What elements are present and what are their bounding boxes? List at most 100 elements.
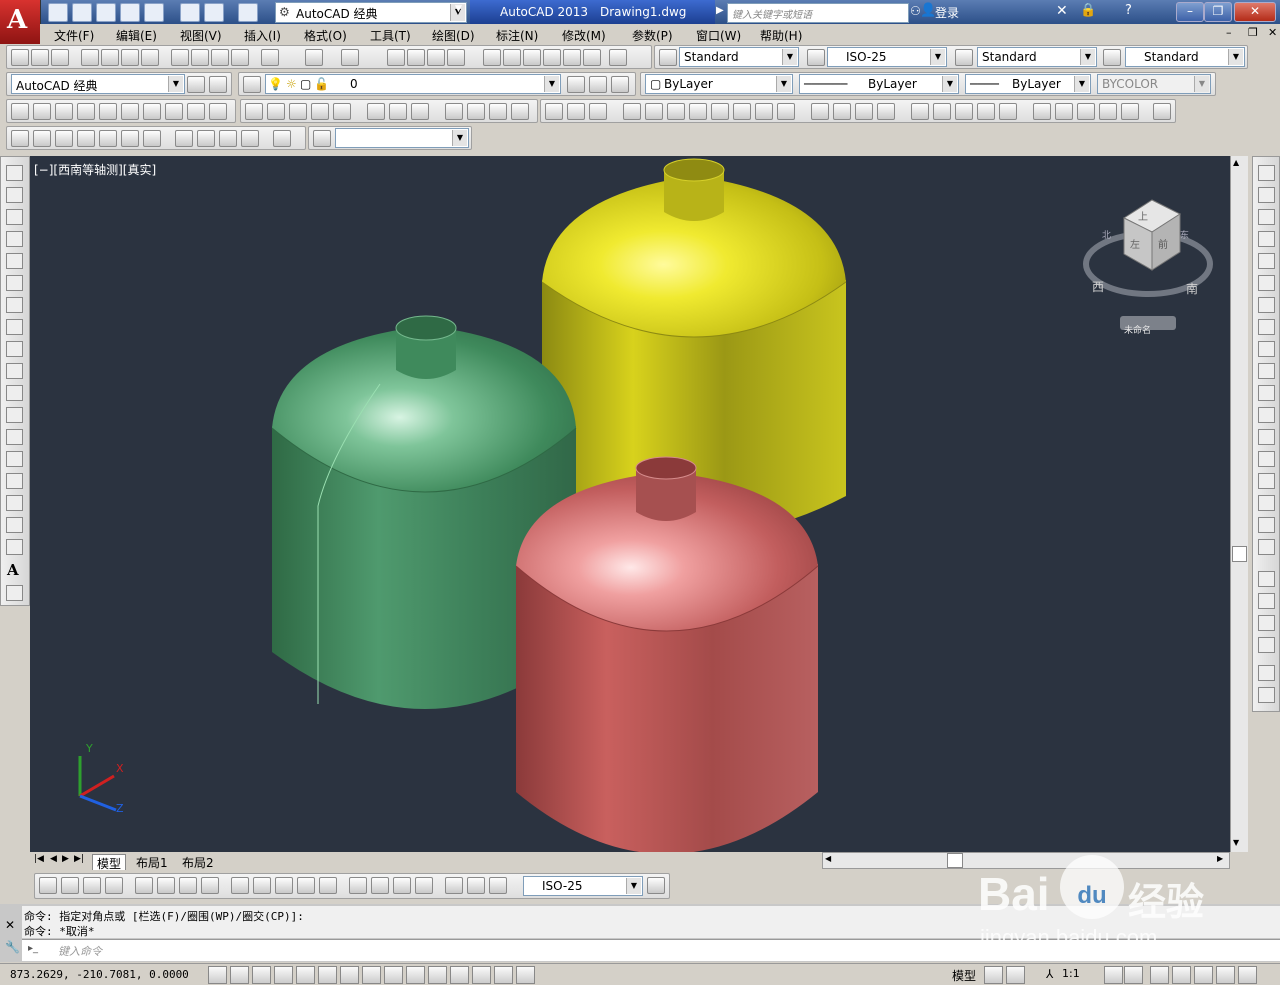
polygon-icon[interactable] [6, 231, 23, 247]
3d-object-snap-icon[interactable] [340, 966, 359, 984]
workspace-settings-icon[interactable] [209, 76, 227, 93]
quick-view-layouts-icon[interactable] [984, 966, 1003, 984]
union-icon[interactable] [367, 103, 385, 120]
lock-icon[interactable]: 🔒 [1080, 3, 1096, 18]
ellipse-icon[interactable] [6, 363, 23, 379]
infer-constraints-icon[interactable] [208, 966, 227, 984]
redo-icon[interactable] [341, 49, 359, 66]
exchange-icon[interactable]: ✕ [1056, 3, 1068, 19]
linetype-select[interactable]: ────── ByLayer ▼ [799, 74, 959, 94]
subtract-icon[interactable] [567, 103, 585, 120]
color-edges-icon[interactable] [833, 103, 851, 120]
save-icon[interactable] [96, 3, 116, 22]
cut-icon[interactable] [171, 49, 189, 66]
annotation-scale-icon[interactable]: ⅄ [1046, 967, 1053, 981]
dim-style-select[interactable]: ISO-25 ▼ [523, 876, 643, 896]
wrench-icon[interactable]: 🔧 [5, 940, 20, 954]
preview-icon[interactable] [101, 49, 119, 66]
front-view-icon[interactable] [121, 130, 139, 147]
save-icon[interactable] [51, 49, 69, 66]
ordinate-icon[interactable] [105, 877, 123, 894]
expand-arrow-icon[interactable]: ▶ [716, 5, 724, 16]
annotation-scale[interactable]: 1:1 [1062, 967, 1080, 980]
plot-icon[interactable] [144, 3, 164, 22]
planar-surface-icon[interactable] [209, 103, 227, 120]
doc-restore-button[interactable]: ❐ [1248, 26, 1258, 39]
undo-icon[interactable] [204, 3, 224, 22]
camera-icon[interactable] [273, 130, 291, 147]
table-style-select[interactable]: Standard ▼ [977, 47, 1097, 67]
polysolid-icon[interactable] [11, 103, 29, 120]
loft-icon[interactable] [333, 103, 351, 120]
realistic-icon[interactable] [1099, 103, 1117, 120]
layer-state-icon[interactable] [611, 76, 629, 93]
object-snap-tracking-icon[interactable] [362, 966, 381, 984]
shell-icon[interactable] [933, 103, 951, 120]
annotation-visibility-icon[interactable] [1104, 966, 1123, 984]
insert-block-icon[interactable] [6, 407, 23, 423]
auto-scale-icon[interactable] [1124, 966, 1143, 984]
line-icon[interactable] [6, 165, 23, 181]
tab-layout1[interactable]: 布局1 [132, 854, 172, 871]
view-manager-icon[interactable] [313, 130, 331, 147]
layer-select[interactable]: 💡 ☼ ▢ 🔓 0 ▼ [265, 74, 561, 94]
menu-file[interactable]: 文件(F) [54, 27, 94, 44]
scroll-down-icon[interactable]: ▼ [1233, 838, 1239, 847]
zoom-realtime-icon[interactable] [407, 49, 425, 66]
mleader-style-icon[interactable] [1103, 49, 1121, 66]
rectangle-icon[interactable] [6, 253, 23, 269]
viewcube-left-label[interactable]: 左 [1130, 236, 1140, 251]
hardware-acceleration-icon[interactable] [1194, 966, 1213, 984]
hatch-back-icon[interactable] [1258, 687, 1275, 703]
tab-nav-prev-icon[interactable]: ◀ [50, 854, 57, 864]
table-icon[interactable] [6, 539, 23, 555]
named-view-select[interactable]: ▼ [335, 128, 469, 148]
intersect-icon[interactable] [411, 103, 429, 120]
dim-style-select[interactable]: ISO-25 ▼ [827, 47, 947, 67]
add-selected-icon[interactable] [6, 585, 23, 601]
red-bottle[interactable] [515, 456, 819, 852]
union-icon[interactable] [545, 103, 563, 120]
imprint-icon[interactable] [855, 103, 873, 120]
make-block-icon[interactable] [6, 429, 23, 445]
back-view-icon[interactable] [143, 130, 161, 147]
layer-previous-icon[interactable] [589, 76, 607, 93]
pan-icon[interactable] [387, 49, 405, 66]
rotate-faces-icon[interactable] [711, 103, 729, 120]
jogged-icon[interactable] [157, 877, 175, 894]
selection-cycling-icon[interactable] [494, 966, 513, 984]
ortho-mode-icon[interactable] [274, 966, 293, 984]
annotation-monitor-icon[interactable] [516, 966, 535, 984]
aligned-dim-icon[interactable] [61, 877, 79, 894]
menu-draw[interactable]: 绘图(D) [432, 27, 475, 44]
multiline-text-icon[interactable]: A [7, 561, 19, 579]
object-snap-icon[interactable] [318, 966, 337, 984]
tool-palettes-icon[interactable] [523, 49, 541, 66]
blend-curves-icon[interactable] [1258, 517, 1275, 533]
visual-style-2d-icon[interactable] [1033, 103, 1051, 120]
tab-nav-last-icon[interactable]: ▶| [74, 854, 84, 864]
minimize-button[interactable]: – [1176, 2, 1204, 22]
tolerance-icon[interactable] [349, 877, 367, 894]
ne-iso-icon[interactable] [219, 130, 237, 147]
autocad-logo-button[interactable]: A [0, 0, 41, 44]
text-style-icon[interactable] [659, 49, 677, 66]
layer-properties-icon[interactable] [243, 76, 261, 93]
open-icon[interactable] [72, 3, 92, 22]
command-prompt-icon[interactable]: ▸_ [28, 943, 38, 954]
block-editor-icon[interactable] [261, 49, 279, 66]
open-icon[interactable] [31, 49, 49, 66]
color-faces-icon[interactable] [777, 103, 795, 120]
scroll-up-icon[interactable]: ▲ [1233, 158, 1239, 167]
slice-icon[interactable] [977, 103, 995, 120]
help-icon[interactable] [609, 49, 627, 66]
cone-icon[interactable] [77, 103, 95, 120]
3d-print-icon[interactable] [141, 49, 159, 66]
arc-icon[interactable] [6, 275, 23, 291]
workspace-select[interactable]: ⚙ AutoCAD 经典 ▼ [275, 2, 467, 23]
menu-view[interactable]: 视图(V) [180, 27, 222, 44]
markup-icon[interactable] [563, 49, 581, 66]
print-icon[interactable] [180, 3, 200, 22]
dim-break-icon[interactable] [319, 877, 337, 894]
menu-parametric[interactable]: 参数(P) [632, 27, 673, 44]
